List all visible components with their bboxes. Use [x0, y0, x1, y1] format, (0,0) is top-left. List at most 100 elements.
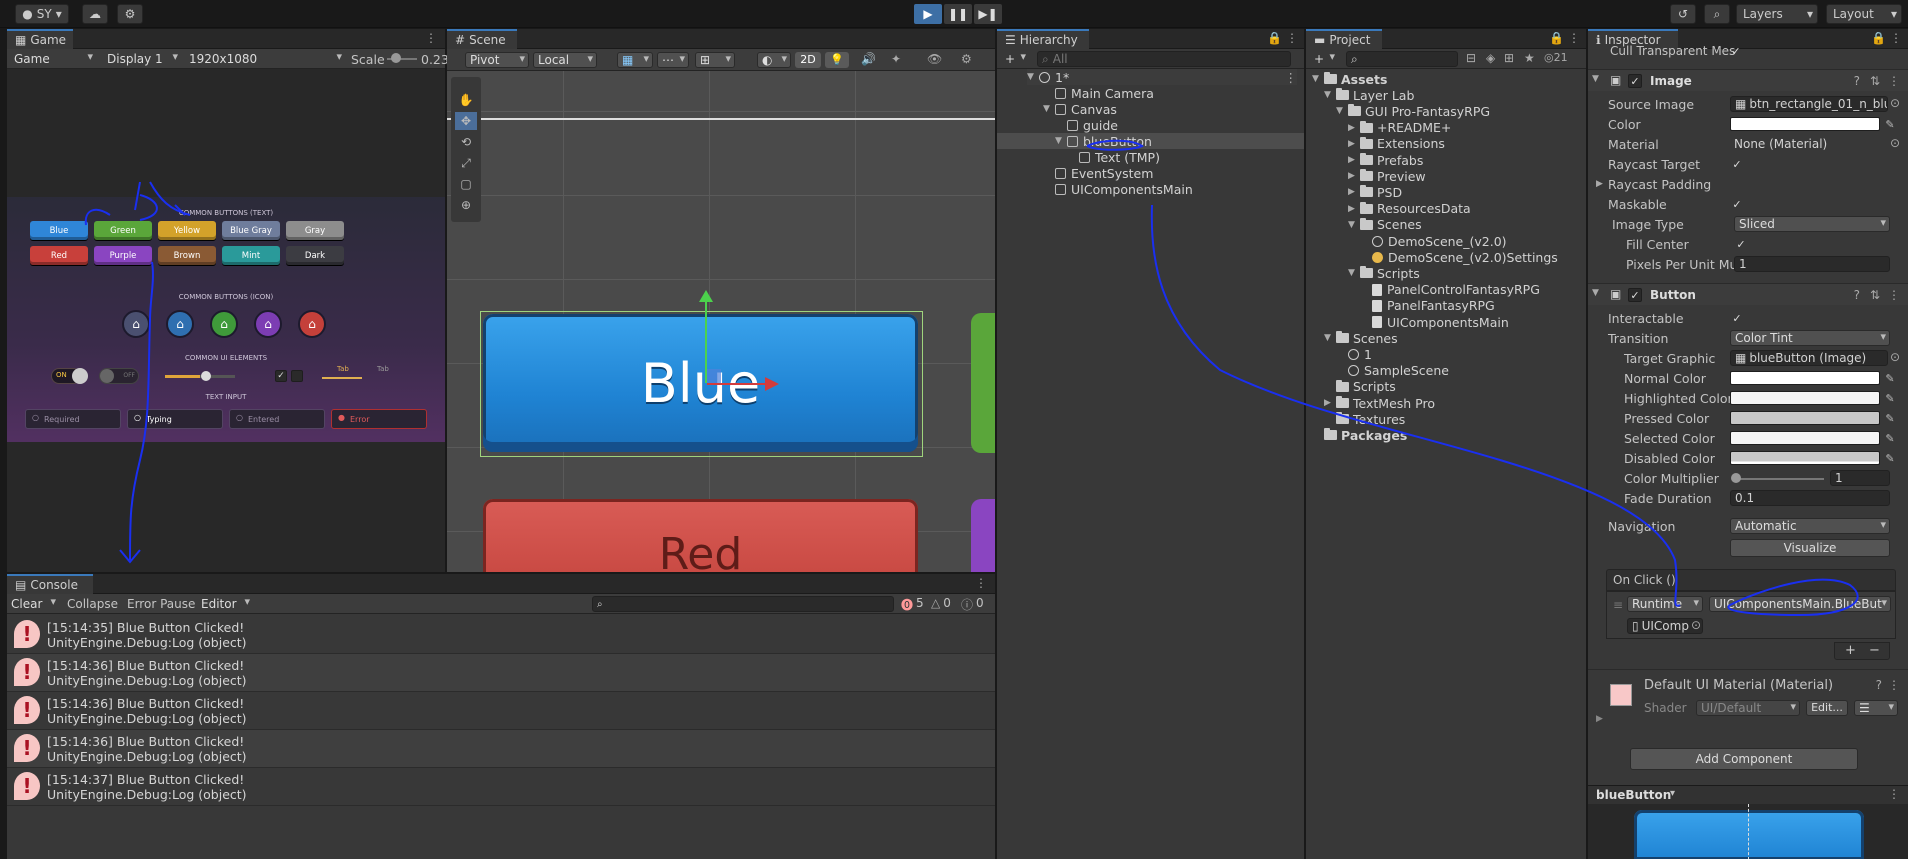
object-picker-icon[interactable]: ⊙: [1890, 96, 1900, 110]
collapse-toggle[interactable]: Collapse: [67, 597, 118, 611]
game-home-button[interactable]: ⌂: [122, 310, 150, 338]
create-dropdown[interactable]: +: [1310, 51, 1338, 67]
game-button-blue[interactable]: Blue: [30, 221, 88, 240]
project-item[interactable]: ▶ Extensions: [1306, 136, 1586, 152]
more-icon[interactable]: ⋮: [1286, 31, 1298, 45]
object-picker-icon[interactable]: ⊙: [1890, 136, 1900, 150]
lighting-toggle[interactable]: 💡: [825, 52, 849, 68]
interactable-checkbox[interactable]: ✓: [1730, 311, 1744, 325]
visualize-button[interactable]: Visualize: [1730, 539, 1890, 557]
gizmo-x-axis[interactable]: [707, 383, 767, 385]
runtime-dropdown[interactable]: Runtime: [1627, 596, 1703, 612]
filter-type-icon[interactable]: ⊟: [1466, 51, 1476, 65]
shader-dropdown[interactable]: UI/Default: [1696, 700, 1800, 716]
play-button[interactable]: ▶: [914, 4, 942, 24]
scene-blue-button[interactable]: Blue: [483, 314, 918, 452]
game-slider[interactable]: [165, 375, 235, 378]
star-icon[interactable]: ★: [1524, 51, 1535, 65]
color-multiplier-field[interactable]: 1: [1830, 470, 1890, 486]
project-item[interactable]: Textures: [1306, 411, 1586, 427]
project-item[interactable]: UIComponentsMain: [1306, 314, 1586, 330]
object-picker-icon[interactable]: ⊙: [1890, 350, 1900, 364]
game-mode-dropdown[interactable]: Game: [10, 51, 96, 67]
image-type-dropdown[interactable]: Sliced: [1734, 216, 1890, 232]
eyedropper-icon[interactable]: ✎: [1883, 117, 1897, 131]
search-button[interactable]: ⌕: [1704, 4, 1730, 24]
hand-tool-icon[interactable]: ✋: [455, 91, 477, 109]
expand-arrow-icon[interactable]: ▼: [1055, 136, 1065, 146]
project-item[interactable]: ▼ GUI Pro-FantasyRPG: [1306, 103, 1586, 119]
more-icon[interactable]: ⋮: [1568, 31, 1580, 45]
normal-color-field[interactable]: [1730, 371, 1880, 385]
expand-arrow-icon[interactable]: ▼: [1336, 106, 1346, 116]
project-item[interactable]: ▼ Scenes: [1306, 330, 1586, 346]
more-icon[interactable]: ⋮: [1285, 70, 1298, 85]
more-icon[interactable]: ⋮: [1888, 288, 1900, 302]
help-icon[interactable]: ?: [1854, 288, 1860, 302]
eyedropper-icon[interactable]: ✎: [1883, 411, 1897, 425]
expand-arrow-icon[interactable]: ▼: [1324, 333, 1334, 343]
more-icon[interactable]: ⋮: [425, 31, 437, 45]
project-search-input[interactable]: ⌕: [1346, 51, 1458, 67]
eyedropper-icon[interactable]: ✎: [1883, 391, 1897, 405]
game-slider-thumb[interactable]: [201, 371, 211, 381]
disabled-color-field[interactable]: [1730, 451, 1880, 465]
filter-icon[interactable]: ⊞: [1504, 51, 1514, 65]
project-item[interactable]: SampleScene: [1306, 363, 1586, 379]
color-multiplier-track[interactable]: [1734, 478, 1824, 480]
warning-count-toggle[interactable]: △ 0: [931, 596, 951, 610]
project-item[interactable]: ▶ PSD: [1306, 184, 1586, 200]
scale-slider-thumb[interactable]: [391, 53, 401, 63]
lock-icon[interactable]: 🔒: [1549, 31, 1564, 45]
hierarchy-item[interactable]: ▼ blueButton: [997, 133, 1304, 149]
game-button-gray[interactable]: Gray: [286, 221, 344, 240]
filter-label-icon[interactable]: ◈: [1486, 51, 1495, 65]
console-log-entry[interactable]: ! [15:14:36] Blue Button Clicked! UnityEng…: [7, 654, 995, 692]
expand-arrow-icon[interactable]: ▶: [1348, 204, 1358, 214]
more-icon[interactable]: ⋮: [1890, 31, 1902, 45]
expand-arrow-icon[interactable]: ▶: [1348, 139, 1358, 149]
history-button[interactable]: ↺: [1670, 4, 1696, 24]
project-item[interactable]: DemoScene_(v2.0)Settings: [1306, 249, 1586, 265]
scale-tool-icon[interactable]: ⤢: [455, 154, 477, 172]
game-tab-b[interactable]: Tab: [377, 365, 389, 373]
project-item[interactable]: DemoScene_(v2.0): [1306, 233, 1586, 249]
console-log-entry[interactable]: ! [15:14:36] Blue Button Clicked! UnityEng…: [7, 692, 995, 730]
layers-dropdown[interactable]: Layers ▾: [1736, 4, 1818, 24]
expand-arrow-icon[interactable]: ▼: [1348, 220, 1358, 230]
raycast-padding-label[interactable]: Raycast Padding: [1608, 177, 1711, 192]
expand-arrow-icon[interactable]: ▶: [1596, 179, 1603, 189]
target-graphic-field[interactable]: ▦ blueButton (Image): [1730, 350, 1888, 366]
fill-center-checkbox[interactable]: ✓: [1734, 237, 1748, 251]
game-checkbox-off[interactable]: [291, 370, 303, 382]
account-button[interactable]: ● SY ▾: [15, 4, 69, 24]
project-item[interactable]: ▶ +README+: [1306, 120, 1586, 136]
layout-dropdown[interactable]: Layout ▾: [1826, 4, 1902, 24]
game-home-button[interactable]: ⌂: [210, 310, 238, 338]
eyedropper-icon[interactable]: ✎: [1883, 371, 1897, 385]
hierarchy-search-input[interactable]: ⌕ All: [1037, 51, 1291, 67]
game-input-error[interactable]: ● Error: [331, 409, 427, 429]
game-input-required[interactable]: ○ Required: [25, 409, 121, 429]
more-icon[interactable]: ⋮: [1888, 74, 1900, 88]
maskable-checkbox[interactable]: ✓: [1730, 197, 1744, 211]
transform-tool-icon[interactable]: ⊕: [455, 196, 477, 214]
more-icon[interactable]: ⋮: [975, 576, 987, 590]
game-input-typing[interactable]: ○ Typing: [127, 409, 223, 429]
visibility-icon[interactable]: 👁: [927, 52, 942, 66]
tab-console[interactable]: ▤ Console: [7, 574, 93, 594]
lock-icon[interactable]: 🔒: [1267, 31, 1282, 45]
expand-arrow-icon[interactable]: ▼: [1043, 104, 1053, 114]
tab-project[interactable]: ▬ Project: [1306, 29, 1382, 49]
source-image-field[interactable]: ▦ btn_rectangle_01_n_blue: [1730, 96, 1888, 112]
step-button[interactable]: ▶❚: [974, 4, 1002, 24]
project-item[interactable]: Scripts: [1306, 379, 1586, 395]
pressed-color-field[interactable]: [1730, 411, 1880, 425]
error-pause-toggle[interactable]: Error Pause: [127, 597, 195, 611]
mode-2d-toggle[interactable]: 2D: [795, 52, 821, 68]
console-search-input[interactable]: ⌕: [592, 596, 894, 612]
remove-event-button[interactable]: −: [1869, 643, 1880, 658]
drag-handle-icon[interactable]: ≡: [1613, 598, 1623, 612]
hierarchy-item[interactable]: guide: [997, 117, 1304, 133]
highlighted-color-field[interactable]: [1730, 391, 1880, 405]
